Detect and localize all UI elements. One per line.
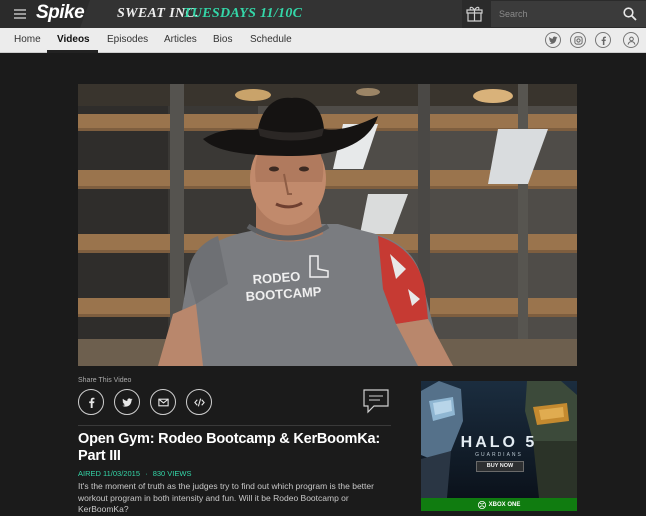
hamburger-menu-icon[interactable] — [14, 9, 26, 19]
view-count: 830 VIEWS — [152, 469, 192, 478]
page: Spike SWEATINC. TUESDAYS 11/10C Home Vid… — [0, 0, 646, 516]
video-frame-image: RODEO BOOTCAMP — [78, 84, 577, 366]
nav-item-bios[interactable]: Bios — [213, 34, 232, 45]
email-icon — [157, 398, 169, 406]
nav-bar: Home Videos Episodes Articles Bios Sched… — [0, 28, 646, 53]
gift-icon[interactable] — [466, 6, 483, 22]
nav-item-home[interactable]: Home — [14, 34, 41, 45]
video-title: Open Gym: Rodeo Bootcamp & KerBoomKa: Pa… — [78, 431, 380, 464]
spike-logo[interactable]: Spike — [36, 2, 85, 24]
ad-subtitle: GUARDIANS — [475, 452, 523, 458]
twitter-icon — [121, 397, 133, 407]
share-facebook-button[interactable] — [78, 389, 104, 415]
twitter-icon[interactable] — [545, 32, 561, 48]
halo5-advertisement[interactable]: HALO 5 GUARDIANS BUY NOW XBOX ONE — [421, 381, 577, 511]
aired-date: AIRED 11/03/2015 — [78, 469, 140, 478]
video-description: It's the moment of truth as the judges t… — [78, 481, 374, 514]
ad-buy-now-button[interactable]: BUY NOW — [476, 461, 524, 472]
xbox-icon — [477, 500, 486, 509]
comments-icon[interactable] — [362, 388, 390, 414]
facebook-icon[interactable] — [595, 32, 611, 48]
nav-item-articles[interactable]: Articles — [164, 34, 197, 45]
search-input[interactable] — [491, 1, 616, 27]
video-meta: AIRED 11/03/2015 · 830 VIEWS — [78, 469, 191, 478]
ad-footer-text: XBOX ONE — [488, 501, 521, 508]
share-embed-button[interactable] — [186, 389, 212, 415]
user-icon[interactable] — [623, 32, 639, 48]
nav-item-videos[interactable]: Videos — [57, 34, 90, 45]
nav-item-episodes[interactable]: Episodes — [107, 34, 148, 45]
ad-footer: XBOX ONE — [421, 498, 577, 511]
nav-item-schedule[interactable]: Schedule — [250, 34, 292, 45]
show-promo-banner[interactable]: SWEAT INC. TUESDAYS 11/10C — [80, 0, 462, 28]
search-icon[interactable] — [623, 7, 637, 21]
promo-schedule: TUESDAYS 11/10C — [183, 6, 303, 21]
video-player[interactable]: RODEO BOOTCAMP — [78, 84, 577, 366]
meta-separator: · — [145, 469, 148, 478]
search-box — [491, 1, 646, 27]
ad-title: HALO 5 — [460, 434, 538, 451]
share-twitter-button[interactable] — [114, 389, 140, 415]
share-label: Share This Video — [78, 377, 132, 384]
share-email-button[interactable] — [150, 389, 176, 415]
embed-code-icon — [193, 397, 205, 407]
divider — [78, 425, 391, 426]
facebook-icon — [88, 397, 94, 408]
top-bar: Spike SWEAT INC. TUESDAYS 11/10C — [0, 0, 646, 28]
instagram-icon[interactable] — [570, 32, 586, 48]
